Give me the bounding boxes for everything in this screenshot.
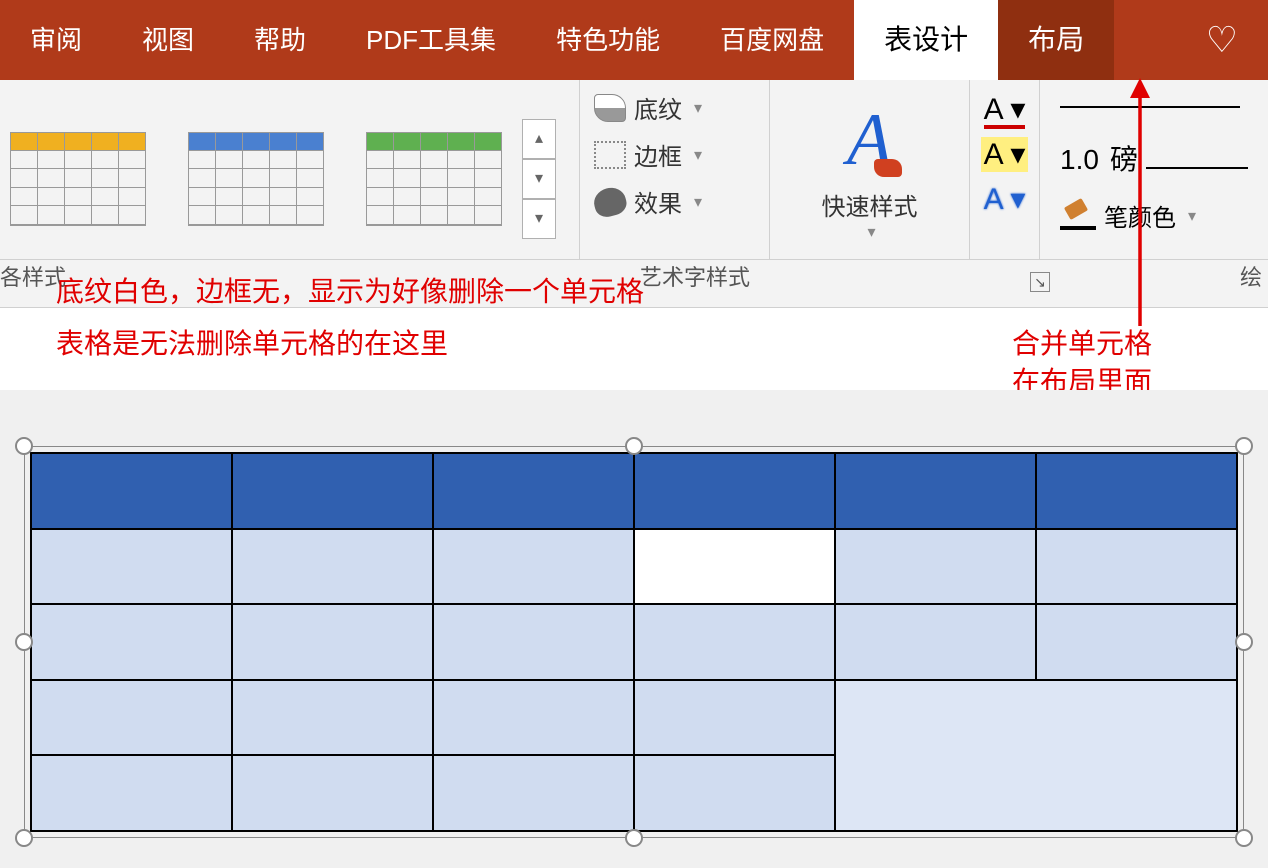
quick-styles-button[interactable]: A 快速样式 ▾ <box>822 98 918 242</box>
table-row <box>31 453 1237 529</box>
tab-features[interactable]: 特色功能 <box>526 0 690 80</box>
table-cell-merged[interactable] <box>835 680 1237 831</box>
table-cell[interactable] <box>31 680 232 756</box>
table-style-3[interactable] <box>366 132 502 226</box>
dialog-launcher[interactable]: ↘ <box>1030 272 1050 292</box>
font-style-group: A ▾ A ▾ A ▾ <box>970 80 1040 259</box>
table-row <box>31 680 1237 756</box>
resize-handle-se[interactable] <box>1235 829 1253 847</box>
shading-borders-group: 底纹 ▾ 边框 ▾ 效果 ▾ <box>580 80 770 259</box>
group-label-draw: 绘 <box>1240 260 1262 292</box>
quick-styles-group: A 快速样式 ▾ <box>770 80 970 259</box>
style-scroll-more[interactable]: ▾ <box>522 199 556 239</box>
table-styles-group: ▴ ▾ ▾ <box>0 80 580 259</box>
table-cell[interactable] <box>634 604 835 680</box>
table-cell[interactable] <box>232 755 433 831</box>
table-row <box>31 604 1237 680</box>
borders-label: 边框 <box>634 137 682 172</box>
table-cell[interactable] <box>1036 529 1237 605</box>
arrow-to-layout <box>1100 76 1180 336</box>
resize-handle-s[interactable] <box>625 829 643 847</box>
table-cell[interactable] <box>634 680 835 756</box>
chevron-down-icon: ▾ <box>1188 206 1196 226</box>
resize-handle-ne[interactable] <box>1235 437 1253 455</box>
table-cell[interactable] <box>1036 453 1237 529</box>
chevron-down-icon: ▾ <box>694 145 702 165</box>
effects-button[interactable]: 效果 ▾ <box>594 184 755 219</box>
resize-handle-nw[interactable] <box>15 437 33 455</box>
tab-pdf-tools[interactable]: PDF工具集 <box>336 0 526 80</box>
table-cell[interactable] <box>433 453 634 529</box>
borders-button[interactable]: 边框 ▾ <box>594 137 755 172</box>
table-style-1[interactable] <box>10 132 146 226</box>
table-cell[interactable] <box>433 529 634 605</box>
slide-table[interactable] <box>30 452 1238 832</box>
text-effects-button[interactable]: A ▾ <box>984 182 1026 217</box>
pen-color-icon <box>1060 202 1096 230</box>
table-cell[interactable] <box>835 604 1036 680</box>
group-label-wordart: 艺术字样式 <box>640 260 750 292</box>
style-scroll-up[interactable]: ▴ <box>522 119 556 159</box>
table-cell[interactable] <box>433 604 634 680</box>
resize-handle-w[interactable] <box>15 633 33 651</box>
table-cell[interactable] <box>1036 604 1237 680</box>
chevron-down-icon: ▾ <box>694 192 702 212</box>
table-cell[interactable] <box>634 755 835 831</box>
ribbon-content: ▴ ▾ ▾ 底纹 ▾ 边框 ▾ 效果 ▾ A 快速样式 ▾ A ▾ <box>0 80 1268 260</box>
effects-icon <box>591 184 629 219</box>
tab-view[interactable]: 视图 <box>112 0 224 80</box>
text-outline-button[interactable]: A ▾ <box>981 137 1029 172</box>
table-cell[interactable] <box>31 604 232 680</box>
shading-icon <box>594 94 626 122</box>
tab-table-design[interactable]: 表设计 <box>854 0 998 80</box>
table-cell[interactable] <box>232 529 433 605</box>
table-cell[interactable] <box>433 755 634 831</box>
borders-icon <box>594 141 626 169</box>
chevron-down-icon: ▾ <box>826 222 918 242</box>
table-cell[interactable] <box>31 755 232 831</box>
table-cell[interactable] <box>433 680 634 756</box>
table-row <box>31 529 1237 605</box>
resize-handle-e[interactable] <box>1235 633 1253 651</box>
tell-me-icon[interactable]: ♡ <box>1206 19 1238 61</box>
style-scroll-down[interactable]: ▾ <box>522 159 556 199</box>
slide-area <box>0 390 1268 868</box>
annotation-line2: 表格是无法删除单元格的在这里 <box>56 322 448 362</box>
text-fill-button[interactable]: A ▾ <box>984 92 1026 127</box>
tab-layout[interactable]: 布局 <box>998 0 1114 80</box>
table-style-2[interactable] <box>188 132 324 226</box>
table-object[interactable] <box>30 452 1238 832</box>
table-cell[interactable] <box>634 453 835 529</box>
tab-help[interactable]: 帮助 <box>224 0 336 80</box>
tab-baidu-disk[interactable]: 百度网盘 <box>690 0 854 80</box>
table-cell[interactable] <box>835 453 1036 529</box>
table-cell[interactable] <box>232 453 433 529</box>
annotation-line1: 底纹白色，边框无，显示为好像删除一个单元格 <box>56 270 644 310</box>
shading-label: 底纹 <box>634 90 682 125</box>
quick-styles-label: 快速样式 <box>822 187 918 222</box>
table-cell[interactable] <box>31 453 232 529</box>
shading-button[interactable]: 底纹 ▾ <box>594 90 755 125</box>
table-cell-white[interactable] <box>634 529 835 605</box>
table-cell[interactable] <box>31 529 232 605</box>
quick-styles-icon: A <box>847 98 892 183</box>
chevron-down-icon: ▾ <box>694 98 702 118</box>
effects-label: 效果 <box>634 184 682 219</box>
tab-review[interactable]: 审阅 <box>0 0 112 80</box>
table-cell[interactable] <box>835 529 1036 605</box>
ribbon-tabs: 审阅 视图 帮助 PDF工具集 特色功能 百度网盘 表设计 布局 ♡ <box>0 0 1268 80</box>
table-cell[interactable] <box>232 680 433 756</box>
resize-handle-sw[interactable] <box>15 829 33 847</box>
style-scroll: ▴ ▾ ▾ <box>522 119 556 239</box>
table-cell[interactable] <box>232 604 433 680</box>
resize-handle-n[interactable] <box>625 437 643 455</box>
